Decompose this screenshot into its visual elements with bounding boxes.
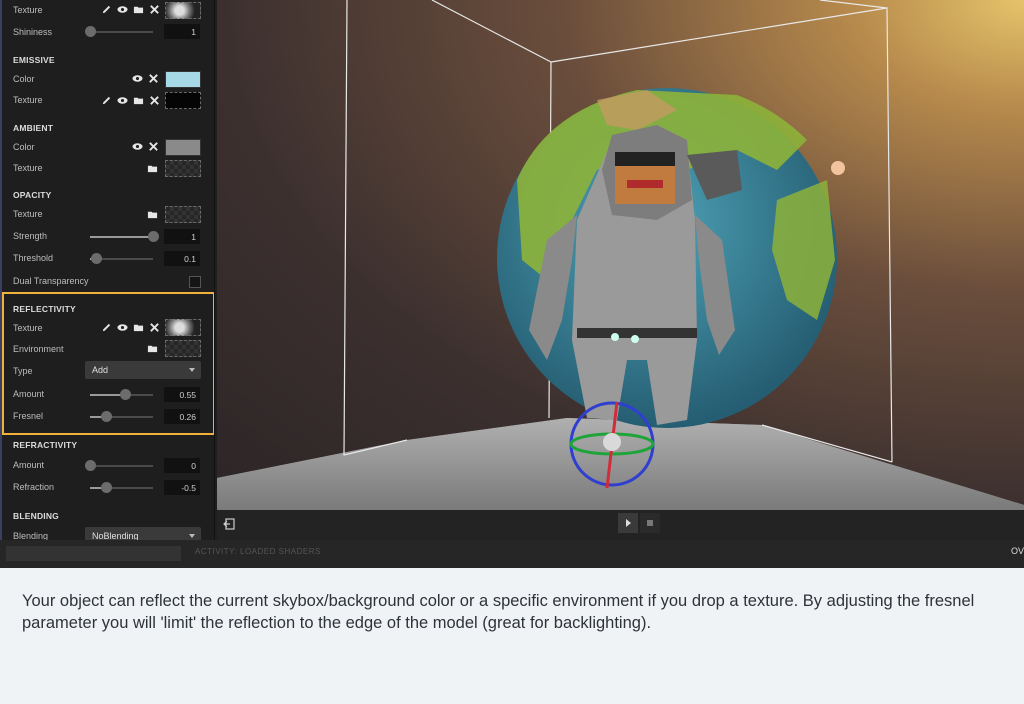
activity-text: ACTIVITY: LOADED SHADERS [195,547,321,556]
exit-icon[interactable] [223,518,235,530]
strength-label: Strength [13,231,48,241]
dual-transparency-checkbox[interactable] [189,276,201,288]
blending-select[interactable]: NoBlending [85,527,201,540]
blending-label: Blending [13,531,49,540]
stop-icon [647,520,653,526]
refraction-slider[interactable] [90,482,153,493]
opacity-texture-slot[interactable] [165,206,201,223]
scene-render [217,0,1024,510]
pencil-icon[interactable] [101,4,112,15]
eye-icon[interactable] [117,4,128,15]
pencil-icon[interactable] [101,95,112,106]
refraction-label: Refraction [13,482,55,492]
refraction-value[interactable]: -0.5 [164,480,200,495]
folder-icon[interactable] [133,4,144,15]
threshold-value[interactable]: 0.1 [164,251,200,266]
close-icon[interactable] [149,95,160,106]
folder-icon[interactable] [147,209,158,220]
shininess-label: Shininess [13,27,53,37]
ambient-color-label: Color [13,142,35,152]
blending-header: BLENDING [13,511,59,521]
description-text: Your object can reflect the current skyb… [22,592,975,632]
ambient-color-actions [132,141,159,152]
eye-icon[interactable] [132,73,143,84]
slider-knob[interactable] [91,253,102,264]
ambient-header: AMBIENT [13,123,54,133]
emissive-texture-slot[interactable] [165,92,201,109]
opacity-texture-actions [147,209,158,220]
dual-transparency-label: Dual Transparency [13,276,89,286]
refractivity-amount-value[interactable]: 0 [164,458,200,473]
refractivity-amount-slider[interactable] [85,460,153,471]
3d-viewport[interactable] [217,0,1024,510]
viewport-toolbar [217,510,1024,540]
close-icon[interactable] [148,73,159,84]
emissive-texture-label: Texture [13,95,43,105]
specular-texture-slot[interactable] [165,2,201,19]
slider-knob[interactable] [85,460,96,471]
material-panel: Texture Shininess 1 EMISSIVE Color Textu… [0,0,215,540]
threshold-label: Threshold [13,253,54,263]
opacity-header: OPACITY [13,190,52,200]
close-icon[interactable] [149,4,160,15]
ambient-color-swatch[interactable] [165,139,201,156]
play-icon [626,519,631,527]
ambient-texture-label: Texture [13,163,43,173]
slider-knob[interactable] [85,26,96,37]
shininess-value[interactable]: 1 [164,24,200,39]
ground-shade [217,418,1024,510]
editor-app: Texture Shininess 1 EMISSIVE Color Textu… [0,0,1024,568]
emissive-color-swatch[interactable] [165,71,201,88]
emissive-header: EMISSIVE [13,55,55,65]
slider-knob[interactable] [101,482,112,493]
emissive-color-actions [132,73,159,84]
emissive-color-label: Color [13,74,35,84]
slider-fill [90,236,153,238]
play-button[interactable] [618,513,638,533]
strength-slider[interactable] [90,231,159,242]
refractivity-amount-label: Amount [13,460,45,470]
folder-icon[interactable] [147,163,158,174]
slider-knob[interactable] [148,231,159,242]
opacity-texture-label: Texture [13,209,43,219]
folder-icon[interactable] [133,95,144,106]
panel-accent-bar [0,0,2,540]
threshold-slider[interactable] [90,253,153,264]
shininess-slider[interactable] [85,26,153,37]
status-input[interactable] [6,546,181,561]
refractivity-header: REFRACTIVITY [13,440,78,450]
stop-button[interactable] [640,513,660,533]
specular-texture-label: Texture [13,5,43,15]
ambient-texture-actions [147,163,158,174]
specular-texture-actions [101,4,160,15]
status-right-text: OV [1010,546,1024,556]
strength-value[interactable]: 1 [164,229,200,244]
chevron-down-icon [189,534,195,538]
ambient-texture-slot[interactable] [165,160,201,177]
reflectivity-highlight-box [2,292,214,435]
status-bar: ACTIVITY: LOADED SHADERS OV [0,540,1024,568]
light-marker[interactable] [831,161,845,175]
eye-icon[interactable] [117,95,128,106]
dual-transparency-row: Dual Transparency [13,271,201,291]
eye-icon[interactable] [132,141,143,152]
close-icon[interactable] [148,141,159,152]
blending-select-value: NoBlending [92,531,139,540]
emissive-texture-actions [101,95,160,106]
